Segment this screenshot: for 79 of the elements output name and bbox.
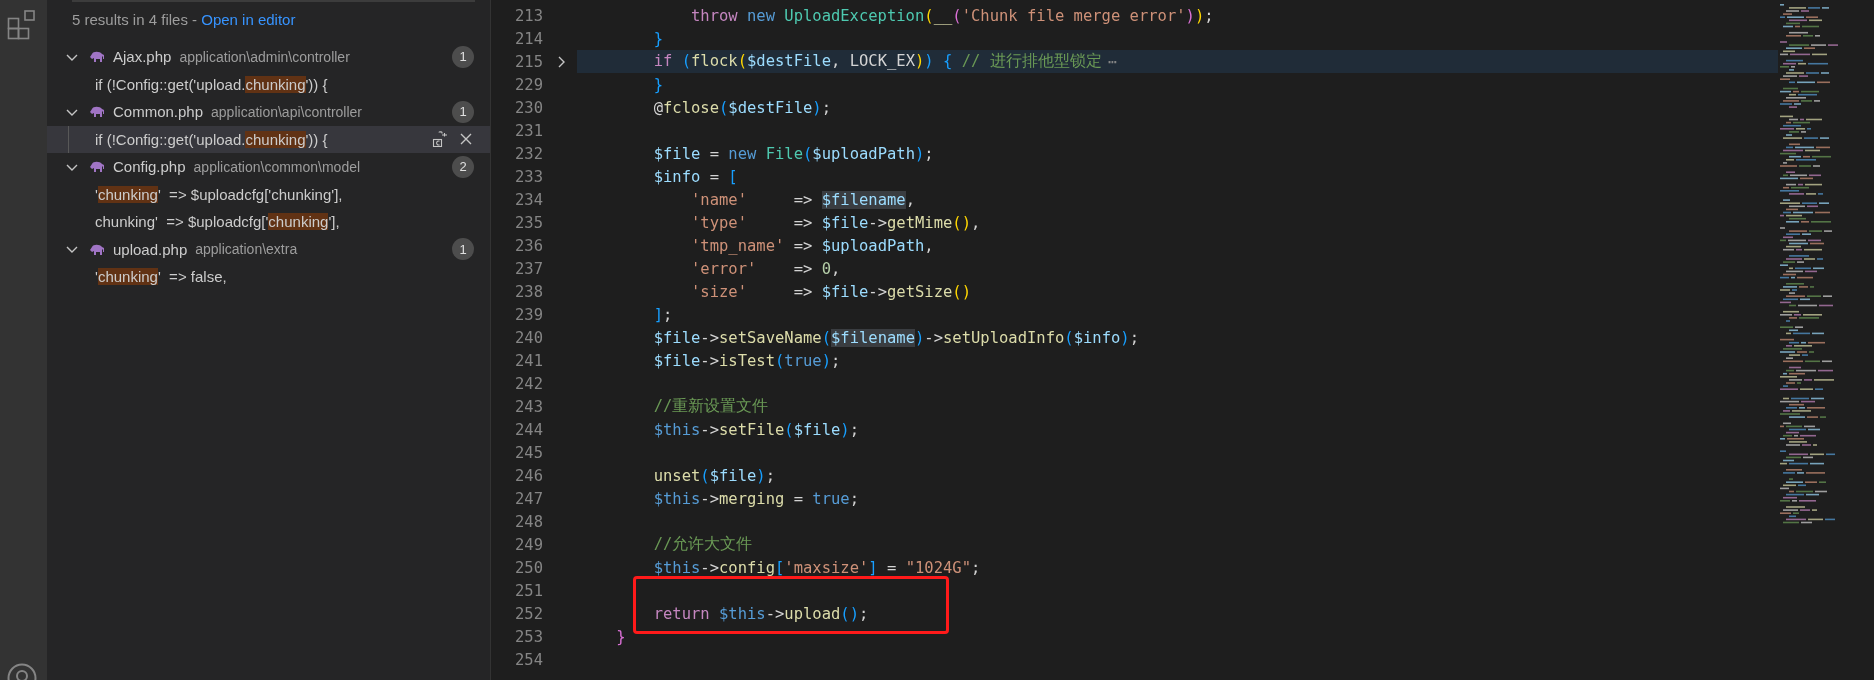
line-number: 234 xyxy=(514,190,543,209)
file-path: application\common\model xyxy=(193,158,362,175)
elephant-icon xyxy=(89,160,105,174)
file-path: application\api\controller xyxy=(211,103,364,120)
line-number: 230 xyxy=(514,98,543,117)
code-line: $file->isTest(true); xyxy=(652,351,841,370)
extensions-icon[interactable] xyxy=(7,9,36,40)
code-line: $info = [ xyxy=(652,167,738,186)
code-line: } xyxy=(652,29,663,48)
match-row[interactable]: if (!Config::get('upload.chunking')) { xyxy=(47,70,490,98)
match-row[interactable]: if (!Config::get('upload.chunking')) { xyxy=(47,125,490,153)
account-icon[interactable] xyxy=(7,663,37,680)
count-badge: 1 xyxy=(452,238,474,261)
code-line: @fclose($destFile); xyxy=(652,98,832,117)
line-number: 237 xyxy=(514,259,543,278)
code-line: 'error' => 0, xyxy=(689,259,841,278)
line-number: 252 xyxy=(514,604,543,623)
line-number: 229 xyxy=(514,75,543,94)
file-name[interactable]: Config.php xyxy=(113,158,186,176)
line-number: 231 xyxy=(514,121,543,140)
code-line: $file = new File($uploadPath); xyxy=(652,144,934,163)
code-line: 'type' => $file->getMime(), xyxy=(689,213,981,232)
code-line: unset($file); xyxy=(652,466,776,485)
open-in-editor-link[interactable]: Open in editor xyxy=(201,11,296,43)
line-number: 244 xyxy=(514,420,543,439)
line-number: 213 xyxy=(514,6,543,25)
code-line: //重新设置文件 xyxy=(652,396,769,417)
code-line: 'tmp_name' => $uploadPath, xyxy=(689,236,934,255)
line-number: 254 xyxy=(514,650,543,669)
line-number: 215 xyxy=(514,52,543,71)
fold-ellipsis[interactable]: ⋯ xyxy=(1107,52,1118,71)
line-number: 250 xyxy=(514,558,543,577)
file-path: application\extra xyxy=(195,241,299,258)
code-line: if (flock($destFile, LOCK_EX)) { // 进行排他型锁定 xyxy=(652,51,1102,72)
code-line: 'name' => $filename, xyxy=(689,190,915,209)
line-number: 214 xyxy=(514,29,543,48)
count-badge: 1 xyxy=(452,45,474,68)
line-number: 240 xyxy=(514,328,543,347)
code-line: } xyxy=(652,75,663,94)
file-name[interactable]: upload.php xyxy=(113,240,188,258)
count-badge: 1 xyxy=(452,100,474,123)
match-row[interactable]: chunking' => $uploadcfg['chunking'], xyxy=(47,208,490,236)
code-line: 'size' => $file->getSize() xyxy=(689,282,971,301)
file-path: application\admin\controller xyxy=(179,48,351,65)
line-number: 238 xyxy=(514,282,543,301)
line-number: 243 xyxy=(514,397,543,416)
line-number: 232 xyxy=(514,144,543,163)
code-line: //允许大文件 xyxy=(652,534,753,555)
code-line: ]; xyxy=(652,305,673,324)
code-line: $this->setFile($file); xyxy=(652,420,860,439)
line-number: 241 xyxy=(514,351,543,370)
line-number: 249 xyxy=(514,535,543,554)
elephant-icon xyxy=(89,105,105,119)
line-number: 233 xyxy=(514,167,543,186)
code-line: $file->setSaveName($filename)->setUploadInfo($info); xyxy=(652,328,1140,347)
line-number: 235 xyxy=(514,213,543,232)
match-row[interactable]: 'chunking' => $uploadcfg['chunking'], xyxy=(47,180,490,208)
line-number: 245 xyxy=(514,443,543,462)
code-line: $this->config['maxsize'] = "1024G"; xyxy=(652,558,981,577)
file-name[interactable]: Common.php xyxy=(113,103,204,121)
line-number: 239 xyxy=(514,305,543,324)
match-row[interactable]: 'chunking' => false, xyxy=(47,263,490,291)
line-number: 246 xyxy=(514,466,543,485)
replace-icon[interactable] xyxy=(432,131,448,148)
line-number: 236 xyxy=(514,236,543,255)
code-line: $this->merging = true; xyxy=(652,489,859,508)
count-badge: 2 xyxy=(452,155,474,178)
file-name[interactable]: Ajax.php xyxy=(113,48,172,66)
line-number: 251 xyxy=(514,581,543,600)
elephant-icon xyxy=(89,50,105,64)
code-line: } xyxy=(615,627,626,646)
code-line: throw new UploadException(__('Chunk file merge error')); xyxy=(689,6,1214,25)
line-number: 253 xyxy=(514,627,543,646)
line-number: 248 xyxy=(514,512,543,531)
line-number: 242 xyxy=(514,374,543,393)
line-number: 247 xyxy=(514,489,543,508)
code-line: return $this->upload(); xyxy=(652,604,869,623)
elephant-icon xyxy=(89,242,105,256)
results-summary: 5 results in 4 files - xyxy=(72,11,199,30)
